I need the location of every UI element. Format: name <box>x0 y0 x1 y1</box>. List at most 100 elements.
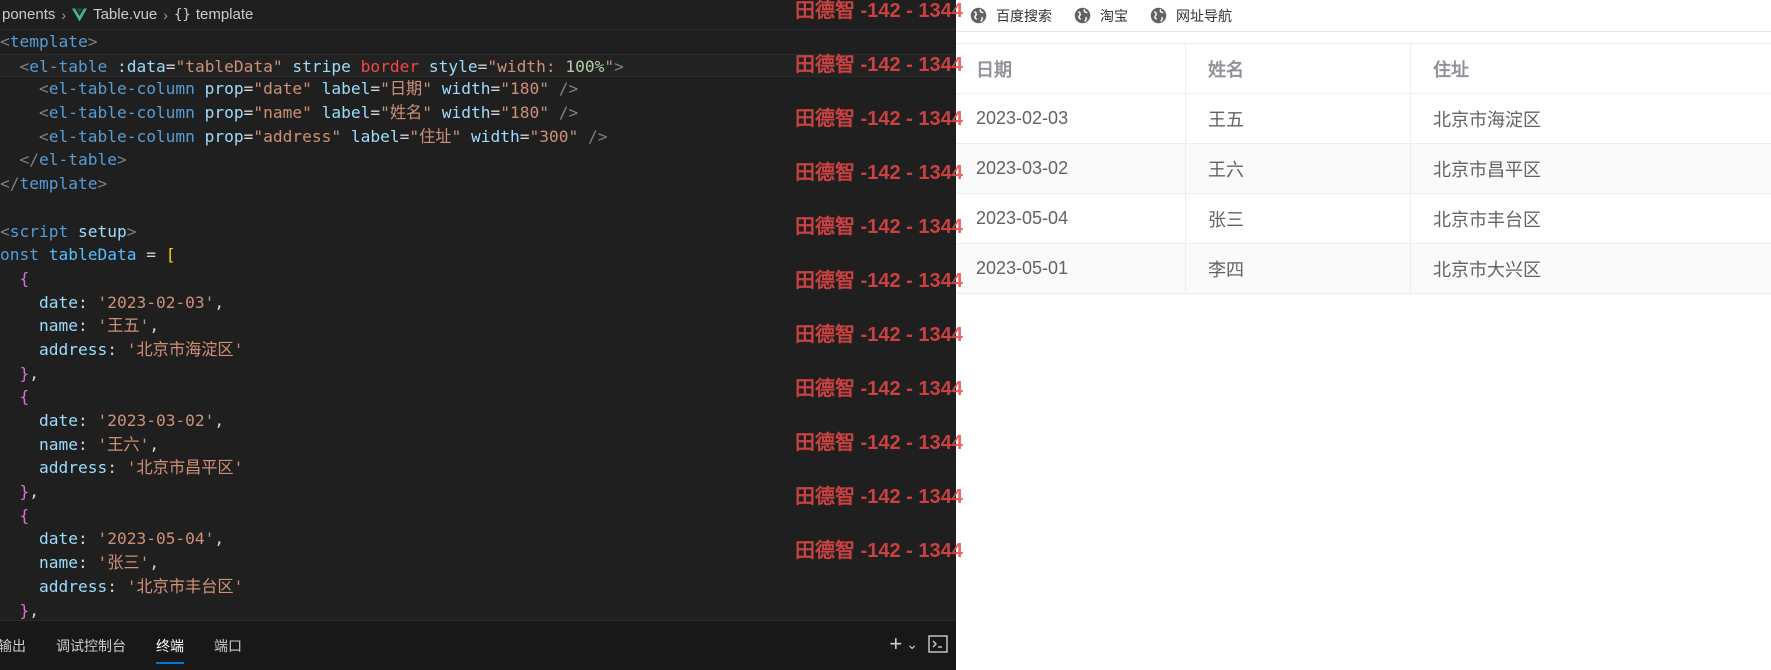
chevron-right-icon: › <box>61 6 67 23</box>
code-line[interactable]: date: '2023-02-03', <box>0 291 956 315</box>
code-line[interactable]: <el-table :data="tableData" stripe borde… <box>0 53 956 78</box>
code-token: label <box>341 126 400 146</box>
bookmark-label: 淘宝 <box>1100 7 1128 24</box>
code-token: = <box>136 245 166 265</box>
braces-symbol-icon: {} <box>173 6 191 23</box>
code-line[interactable]: <el-table-column prop="name" label="姓名" … <box>0 101 956 125</box>
panel-tab[interactable]: 端口 <box>214 632 242 660</box>
code-line[interactable]: { <box>0 267 956 291</box>
code-line[interactable] <box>0 196 956 220</box>
code-token: </ <box>0 174 20 194</box>
code-line[interactable]: </template> <box>0 172 956 196</box>
code-token: = <box>243 103 254 123</box>
code-token: '北京市海淀区' <box>126 339 244 359</box>
code-token: </ <box>19 150 40 170</box>
code-token: '北京市丰台区' <box>126 576 244 596</box>
code-line[interactable]: address: '北京市昌平区' <box>0 456 956 480</box>
table-row: 2023-03-02 王六 北京市昌平区 <box>956 144 1771 194</box>
code-token: > <box>614 56 624 76</box>
code-line[interactable]: <el-table-column prop="date" label="日期" … <box>0 77 956 101</box>
code-line[interactable]: }, <box>0 599 956 621</box>
code-token: '2023-03-02' <box>97 411 215 430</box>
panel-tab[interactable]: 终端 <box>156 632 184 664</box>
code-line[interactable]: date: '2023-03-02', <box>0 409 956 433</box>
code-token: date <box>38 411 78 430</box>
code-token: address <box>38 576 108 596</box>
breadcrumb-folder[interactable]: ponents <box>2 6 55 23</box>
code-line[interactable]: address: '北京市海淀区' <box>0 338 956 362</box>
table-row: 2023-05-04 张三 北京市丰台区 <box>956 194 1771 244</box>
code-token: : <box>107 339 127 359</box>
breadcrumb-symbol[interactable]: template <box>196 6 254 23</box>
chevron-down-icon[interactable]: ⌄ <box>906 636 918 653</box>
table-cell: 2023-05-01 <box>956 244 1186 293</box>
code-token: = <box>490 103 501 123</box>
code-token: : <box>77 553 98 573</box>
terminal-icon[interactable] <box>928 635 948 653</box>
code-token: < <box>0 32 10 51</box>
panel-tab[interactable]: 调试控制台 <box>56 632 126 660</box>
bookmark-item[interactable]: 网址导航 <box>1150 6 1232 26</box>
code-token: prop <box>194 126 244 146</box>
code-token: style <box>419 56 478 76</box>
code-token: = <box>519 126 530 146</box>
panel-actions: + ⌄ <box>889 633 948 655</box>
code-token: < <box>0 221 10 241</box>
code-token: : <box>77 316 98 336</box>
code-token: , <box>214 529 225 549</box>
code-line[interactable]: <script setup> <box>0 220 956 244</box>
code-line[interactable]: onst tableData = [ <box>0 243 956 267</box>
bookmark-item[interactable]: 淘宝 <box>1074 6 1128 26</box>
breadcrumb-file[interactable]: Table.vue <box>93 6 157 23</box>
code-token: = <box>243 79 254 99</box>
code-line[interactable]: name: '王六', <box>0 433 956 457</box>
table-header: 日期 姓名 住址 <box>956 44 1771 94</box>
code-line[interactable]: { <box>0 504 956 528</box>
code-token: name <box>38 316 78 336</box>
code-token: onst <box>0 245 39 265</box>
code-token: el-table-column <box>48 79 195 99</box>
table-row: 2023-05-01 李四 北京市大兴区 <box>956 244 1771 294</box>
panel-tab-bar: 输出 调试控制台 终端 端口 + ⌄ <box>0 620 956 670</box>
table-header-cell: 姓名 <box>1186 44 1411 93</box>
bookmark-item[interactable]: 百度搜索 <box>970 6 1052 26</box>
code-line[interactable]: </el-table> <box>0 148 956 172</box>
code-token: = <box>370 103 381 123</box>
panel-tab[interactable]: 输出 <box>0 632 26 660</box>
add-terminal-icon[interactable]: + <box>889 633 902 655</box>
code-token: script <box>9 221 69 241</box>
chevron-right-icon: › <box>163 6 168 23</box>
code-line[interactable]: }, <box>0 480 956 504</box>
code-token: , <box>214 411 225 430</box>
code-token: , <box>29 482 39 502</box>
code-line[interactable]: name: '张三', <box>0 551 956 575</box>
table-header-cell: 日期 <box>956 44 1186 93</box>
code-line[interactable]: name: '王五', <box>0 314 956 338</box>
code-token: , <box>149 553 160 573</box>
code-editor[interactable]: ponents › Table.vue › {} template <templ… <box>0 0 956 670</box>
code-token: border <box>350 56 420 76</box>
bookmark-label: 百度搜索 <box>996 7 1052 24</box>
code-token: , <box>149 434 160 454</box>
code-line[interactable]: <el-table-column prop="address" label="住… <box>0 125 956 149</box>
el-table: 日期 姓名 住址 2023-02-03 王五 北京市海淀区 2023-03-02 王六 北京市昌… <box>956 43 1771 294</box>
code-line[interactable]: date: '2023-05-04', <box>0 527 956 551</box>
globe-icon <box>970 7 987 24</box>
code-area[interactable]: <template> <el-table :data="tableData" s… <box>0 30 956 620</box>
code-line[interactable]: }, <box>0 362 956 386</box>
code-line[interactable]: address: '北京市丰台区' <box>0 575 956 599</box>
code-token: "tableData" <box>175 56 283 76</box>
globe-icon <box>1074 7 1091 24</box>
code-line[interactable]: { <box>0 385 956 409</box>
code-token: name <box>38 434 78 454</box>
code-token: " <box>604 56 615 76</box>
code-line[interactable]: <template> <box>0 30 956 54</box>
code-token: > <box>97 174 108 194</box>
